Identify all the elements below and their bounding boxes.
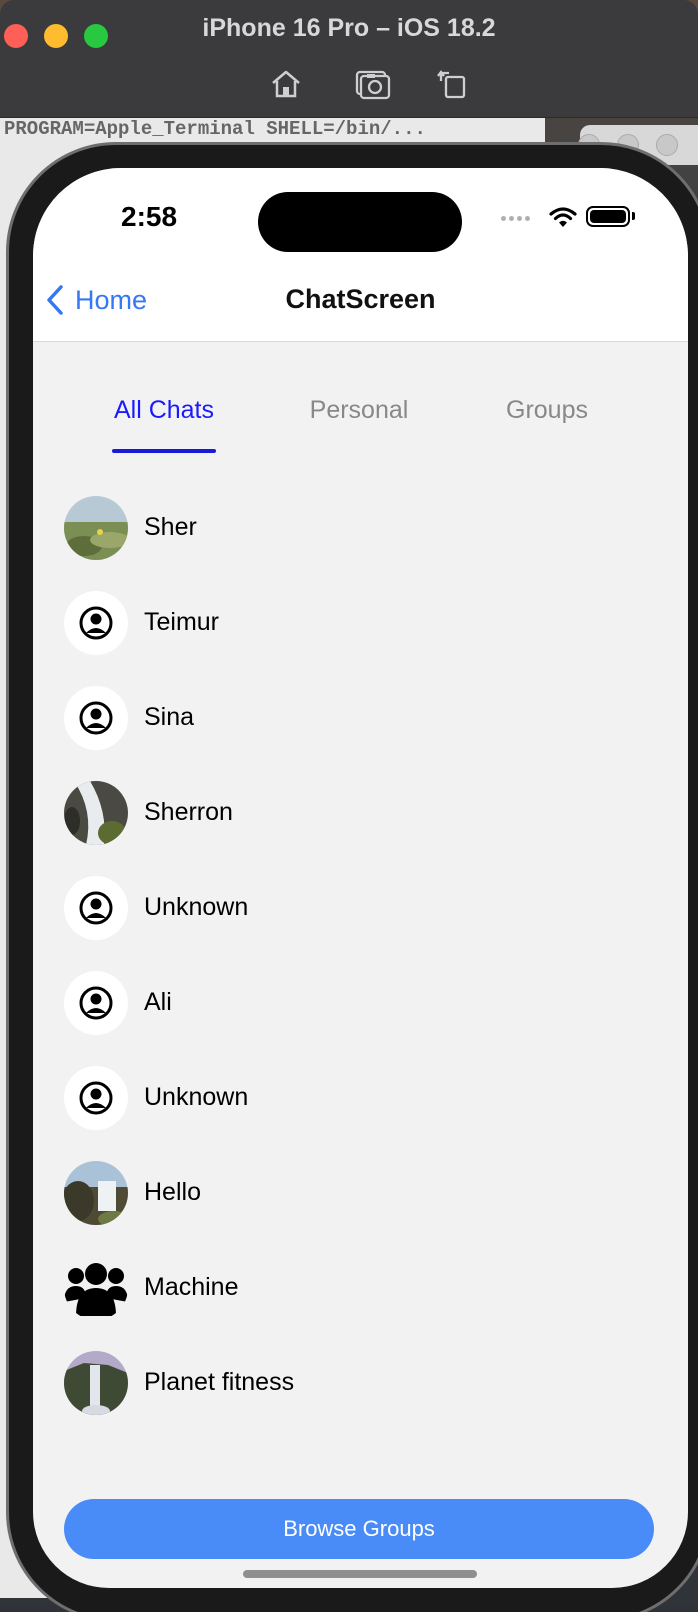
status-time: 2:58 <box>121 201 178 232</box>
default-user-icon <box>64 686 128 750</box>
chat-name: Unknown <box>144 893 249 921</box>
home-button[interactable] <box>266 66 306 102</box>
screenshot-icon <box>355 70 391 100</box>
terminal-text: PROGRAM=Apple_Terminal SHELL=/bin/... <box>4 118 426 140</box>
browse-groups-button[interactable]: Browse Groups <box>64 1499 654 1559</box>
chat-name: Sherron <box>144 798 233 826</box>
battery-icon <box>586 206 630 227</box>
avatar-photo <box>64 1161 128 1225</box>
chat-row[interactable]: Hello <box>33 1151 688 1235</box>
screenshot-button[interactable] <box>352 66 392 102</box>
chat-name: Ali <box>144 988 172 1016</box>
avatar-photo <box>64 1351 128 1415</box>
battery-cap <box>632 212 635 220</box>
cellular-signal-icon <box>501 216 530 221</box>
tab-groups[interactable]: Groups <box>497 396 597 456</box>
status-bar: 2:58 <box>33 168 688 266</box>
avatar-photo <box>64 781 128 845</box>
chat-row[interactable]: Machine <box>33 1246 688 1330</box>
rotate-icon <box>437 70 466 99</box>
navigation-bar: Home ChatScreen <box>33 266 688 342</box>
page-title: ChatScreen <box>285 284 436 314</box>
chat-name: Teimur <box>144 608 220 636</box>
window-dot-icon <box>656 134 678 156</box>
rotate-button[interactable] <box>432 66 472 102</box>
chat-row[interactable]: Sina <box>33 676 688 760</box>
avatar-photo <box>64 496 128 560</box>
chat-row[interactable]: Sher <box>33 486 688 570</box>
chat-name: Sher <box>144 513 197 541</box>
group-icon <box>64 1256 128 1320</box>
chat-name: Machine <box>144 1273 239 1301</box>
home-icon <box>272 70 300 98</box>
dynamic-island <box>258 192 462 252</box>
chat-name: Sina <box>144 703 195 731</box>
phone-screen: 2:58 Home ChatScreen All Chats Personal … <box>33 168 688 1588</box>
chat-row[interactable]: Unknown <box>33 1056 688 1140</box>
chat-tabs: All Chats Personal Groups <box>33 396 688 456</box>
chat-row[interactable]: Unknown <box>33 866 688 950</box>
chat-row[interactable]: Teimur <box>33 581 688 665</box>
default-user-icon <box>64 1066 128 1130</box>
wifi-icon <box>549 207 577 227</box>
chat-row[interactable]: Planet fitness <box>33 1341 688 1425</box>
default-user-icon <box>64 876 128 940</box>
home-indicator <box>243 1570 477 1578</box>
chat-row[interactable]: Sherron <box>33 771 688 855</box>
active-tab-indicator <box>112 449 216 453</box>
simulator-title: iPhone 16 Pro – iOS 18.2 <box>202 14 496 42</box>
default-user-icon <box>64 971 128 1035</box>
chat-name: Unknown <box>144 1083 249 1111</box>
chat-row[interactable]: Ali <box>33 961 688 1045</box>
tab-all-chats[interactable]: All Chats <box>104 396 224 456</box>
default-user-icon <box>64 591 128 655</box>
chat-name: Planet fitness <box>144 1368 295 1396</box>
chat-name: Hello <box>144 1178 201 1206</box>
tab-personal[interactable]: Personal <box>299 396 419 456</box>
simulator-titlebar: iPhone 16 Pro – iOS 18.2 <box>0 0 698 118</box>
